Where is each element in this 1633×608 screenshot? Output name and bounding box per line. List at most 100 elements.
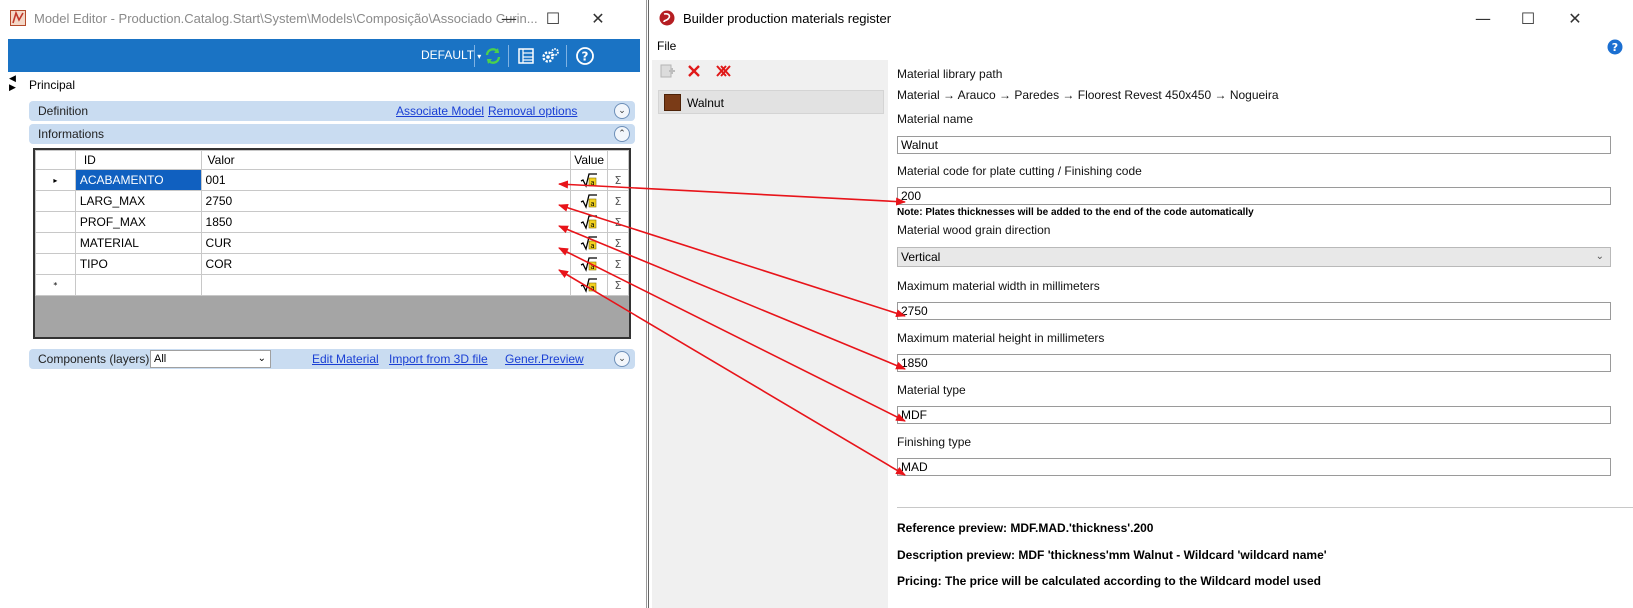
maximize-button[interactable]: ☐: [530, 0, 576, 36]
library-path-value: Material → Arauco → Paredes → Floorest R…: [897, 88, 1279, 102]
chevron-down-icon: ⌄: [257, 353, 266, 364]
column-header-value[interactable]: Value: [570, 150, 609, 170]
cell-id[interactable]: MATERIAL: [74, 232, 202, 254]
svg-text:a: a: [591, 263, 595, 271]
material-code-input[interactable]: [897, 187, 1611, 205]
sigma-icon[interactable]: Σ: [607, 169, 629, 191]
help-icon[interactable]: ?: [575, 46, 595, 66]
material-type-input[interactable]: [897, 406, 1611, 424]
builder-app-icon: [659, 10, 675, 26]
preview-divider: [897, 507, 1633, 508]
grain-direction-value: Vertical: [901, 250, 941, 264]
delete-all-icon[interactable]: [714, 62, 732, 80]
removal-options-link[interactable]: Removal options: [488, 104, 577, 118]
new-cell-id[interactable]: [74, 274, 202, 296]
panel-toggle-arrows[interactable]: ◀ ▶: [9, 75, 16, 93]
delete-icon[interactable]: [685, 62, 703, 80]
add-material-icon[interactable]: [658, 62, 676, 80]
max-height-input[interactable]: [897, 354, 1611, 372]
material-name-label: Material name: [897, 112, 974, 126]
collapse-informations-icon[interactable]: ⌃: [614, 126, 630, 142]
finishing-type-label: Finishing type: [897, 435, 972, 449]
table-row[interactable]: ▸ ACABAMENTO 001 a Σ: [35, 169, 629, 191]
column-header-id[interactable]: ID: [74, 150, 202, 170]
formula-icon[interactable]: a: [570, 211, 609, 233]
material-code-note: Note: Plates thicknesses will be added t…: [897, 207, 1254, 218]
new-row[interactable]: * a Σ: [35, 274, 629, 296]
description-preview: Description preview: MDF 'thickness'mm W…: [897, 548, 1327, 562]
table-row[interactable]: MATERIAL CUR a Σ: [35, 232, 629, 254]
cell-id[interactable]: PROF_MAX: [74, 211, 202, 233]
associate-model-link[interactable]: Associate Model: [396, 104, 484, 118]
window-title: Builder production materials register: [683, 10, 892, 26]
formula-icon[interactable]: a: [570, 169, 609, 191]
column-header-valor[interactable]: Valor: [200, 150, 572, 170]
library-path-label: Material library path: [897, 67, 1003, 81]
sigma-icon[interactable]: Σ: [607, 253, 629, 275]
cell-id[interactable]: LARG_MAX: [74, 190, 202, 212]
new-row-marker: *: [35, 274, 76, 296]
components-selected-value: All: [154, 353, 167, 365]
cell-valor[interactable]: 1850: [200, 211, 572, 233]
new-cell-valor[interactable]: [200, 274, 572, 296]
close-button[interactable]: ✕: [575, 0, 621, 36]
table-row[interactable]: LARG_MAX 2750 a Σ: [35, 190, 629, 212]
sigma-icon[interactable]: Σ: [607, 232, 629, 254]
sigma-icon[interactable]: Σ: [607, 211, 629, 233]
file-menu[interactable]: File: [657, 39, 676, 53]
grain-direction-label: Material wood grain direction: [897, 223, 1051, 237]
pricing-note: Pricing: The price will be calculated ac…: [897, 574, 1321, 588]
formula-icon[interactable]: a: [570, 232, 609, 254]
list-icon[interactable]: [516, 46, 536, 66]
material-list-item[interactable]: Walnut: [658, 90, 884, 114]
max-width-input[interactable]: [897, 302, 1611, 320]
minimize-button[interactable]: —: [1460, 0, 1506, 36]
material-type-label: Material type: [897, 383, 966, 397]
cell-valor[interactable]: 001: [200, 169, 572, 191]
maximize-button[interactable]: ☐: [1505, 0, 1551, 36]
materials-register-window: Builder production materials register — …: [648, 0, 1633, 608]
material-name-input[interactable]: [897, 136, 1611, 154]
material-list-item-label: Walnut: [687, 96, 724, 110]
window-title: Model Editor - Production.Catalog.Start\…: [34, 10, 538, 26]
sigma-icon[interactable]: Σ: [607, 274, 629, 296]
refresh-icon[interactable]: [483, 46, 503, 66]
import-3d-link[interactable]: Import from 3D file: [389, 352, 488, 366]
cell-valor[interactable]: CUR: [200, 232, 572, 254]
svg-text:a: a: [591, 200, 595, 208]
edit-material-link[interactable]: Edit Material: [312, 352, 379, 366]
svg-text:?: ?: [1612, 41, 1618, 54]
informations-section-bar: Informations ⌃: [29, 124, 635, 144]
table-row[interactable]: PROF_MAX 1850 a Σ: [35, 211, 629, 233]
formula-icon[interactable]: a: [570, 190, 609, 212]
components-select[interactable]: All ⌄: [150, 350, 271, 368]
principal-label: Principal: [29, 78, 76, 92]
materials-sidebar: Walnut: [652, 60, 888, 608]
expand-components-icon[interactable]: ⌄: [614, 351, 630, 367]
help-icon[interactable]: ?: [1607, 39, 1623, 55]
cell-id[interactable]: TIPO: [74, 253, 202, 275]
profile-dropdown[interactable]: DEFAULT ▾: [421, 48, 481, 62]
cell-id[interactable]: ACABAMENTO: [74, 169, 202, 191]
svg-text:a: a: [591, 242, 595, 250]
settings-icon[interactable]: [540, 46, 560, 66]
formula-icon[interactable]: a: [570, 274, 609, 296]
gener-preview-link[interactable]: Gener.Preview: [505, 352, 584, 366]
cell-valor[interactable]: 2750: [200, 190, 572, 212]
max-height-label: Maximum material height in millimeters: [897, 331, 1105, 345]
informations-grid: ID Valor Value ▸ ACABAMENTO 001 a Σ LARG…: [35, 150, 629, 296]
grain-direction-select[interactable]: Vertical ⌄: [897, 247, 1611, 267]
components-section-bar: Components (layers) All ⌄ Edit Material …: [29, 349, 635, 369]
close-button[interactable]: ✕: [1552, 0, 1598, 36]
cell-valor[interactable]: COR: [200, 253, 572, 275]
svg-text:a: a: [591, 284, 595, 292]
finishing-type-input[interactable]: [897, 458, 1611, 476]
formula-icon[interactable]: a: [570, 253, 609, 275]
table-row[interactable]: TIPO COR a Σ: [35, 253, 629, 275]
svg-text:?: ?: [582, 50, 589, 64]
material-code-label: Material code for plate cutting / Finish…: [897, 164, 1142, 178]
reference-preview: Reference preview: MDF.MAD.'thickness'.2…: [897, 521, 1154, 535]
sigma-icon[interactable]: Σ: [607, 190, 629, 212]
minimize-button[interactable]: —: [486, 0, 532, 36]
expand-definition-icon[interactable]: ⌄: [614, 103, 630, 119]
